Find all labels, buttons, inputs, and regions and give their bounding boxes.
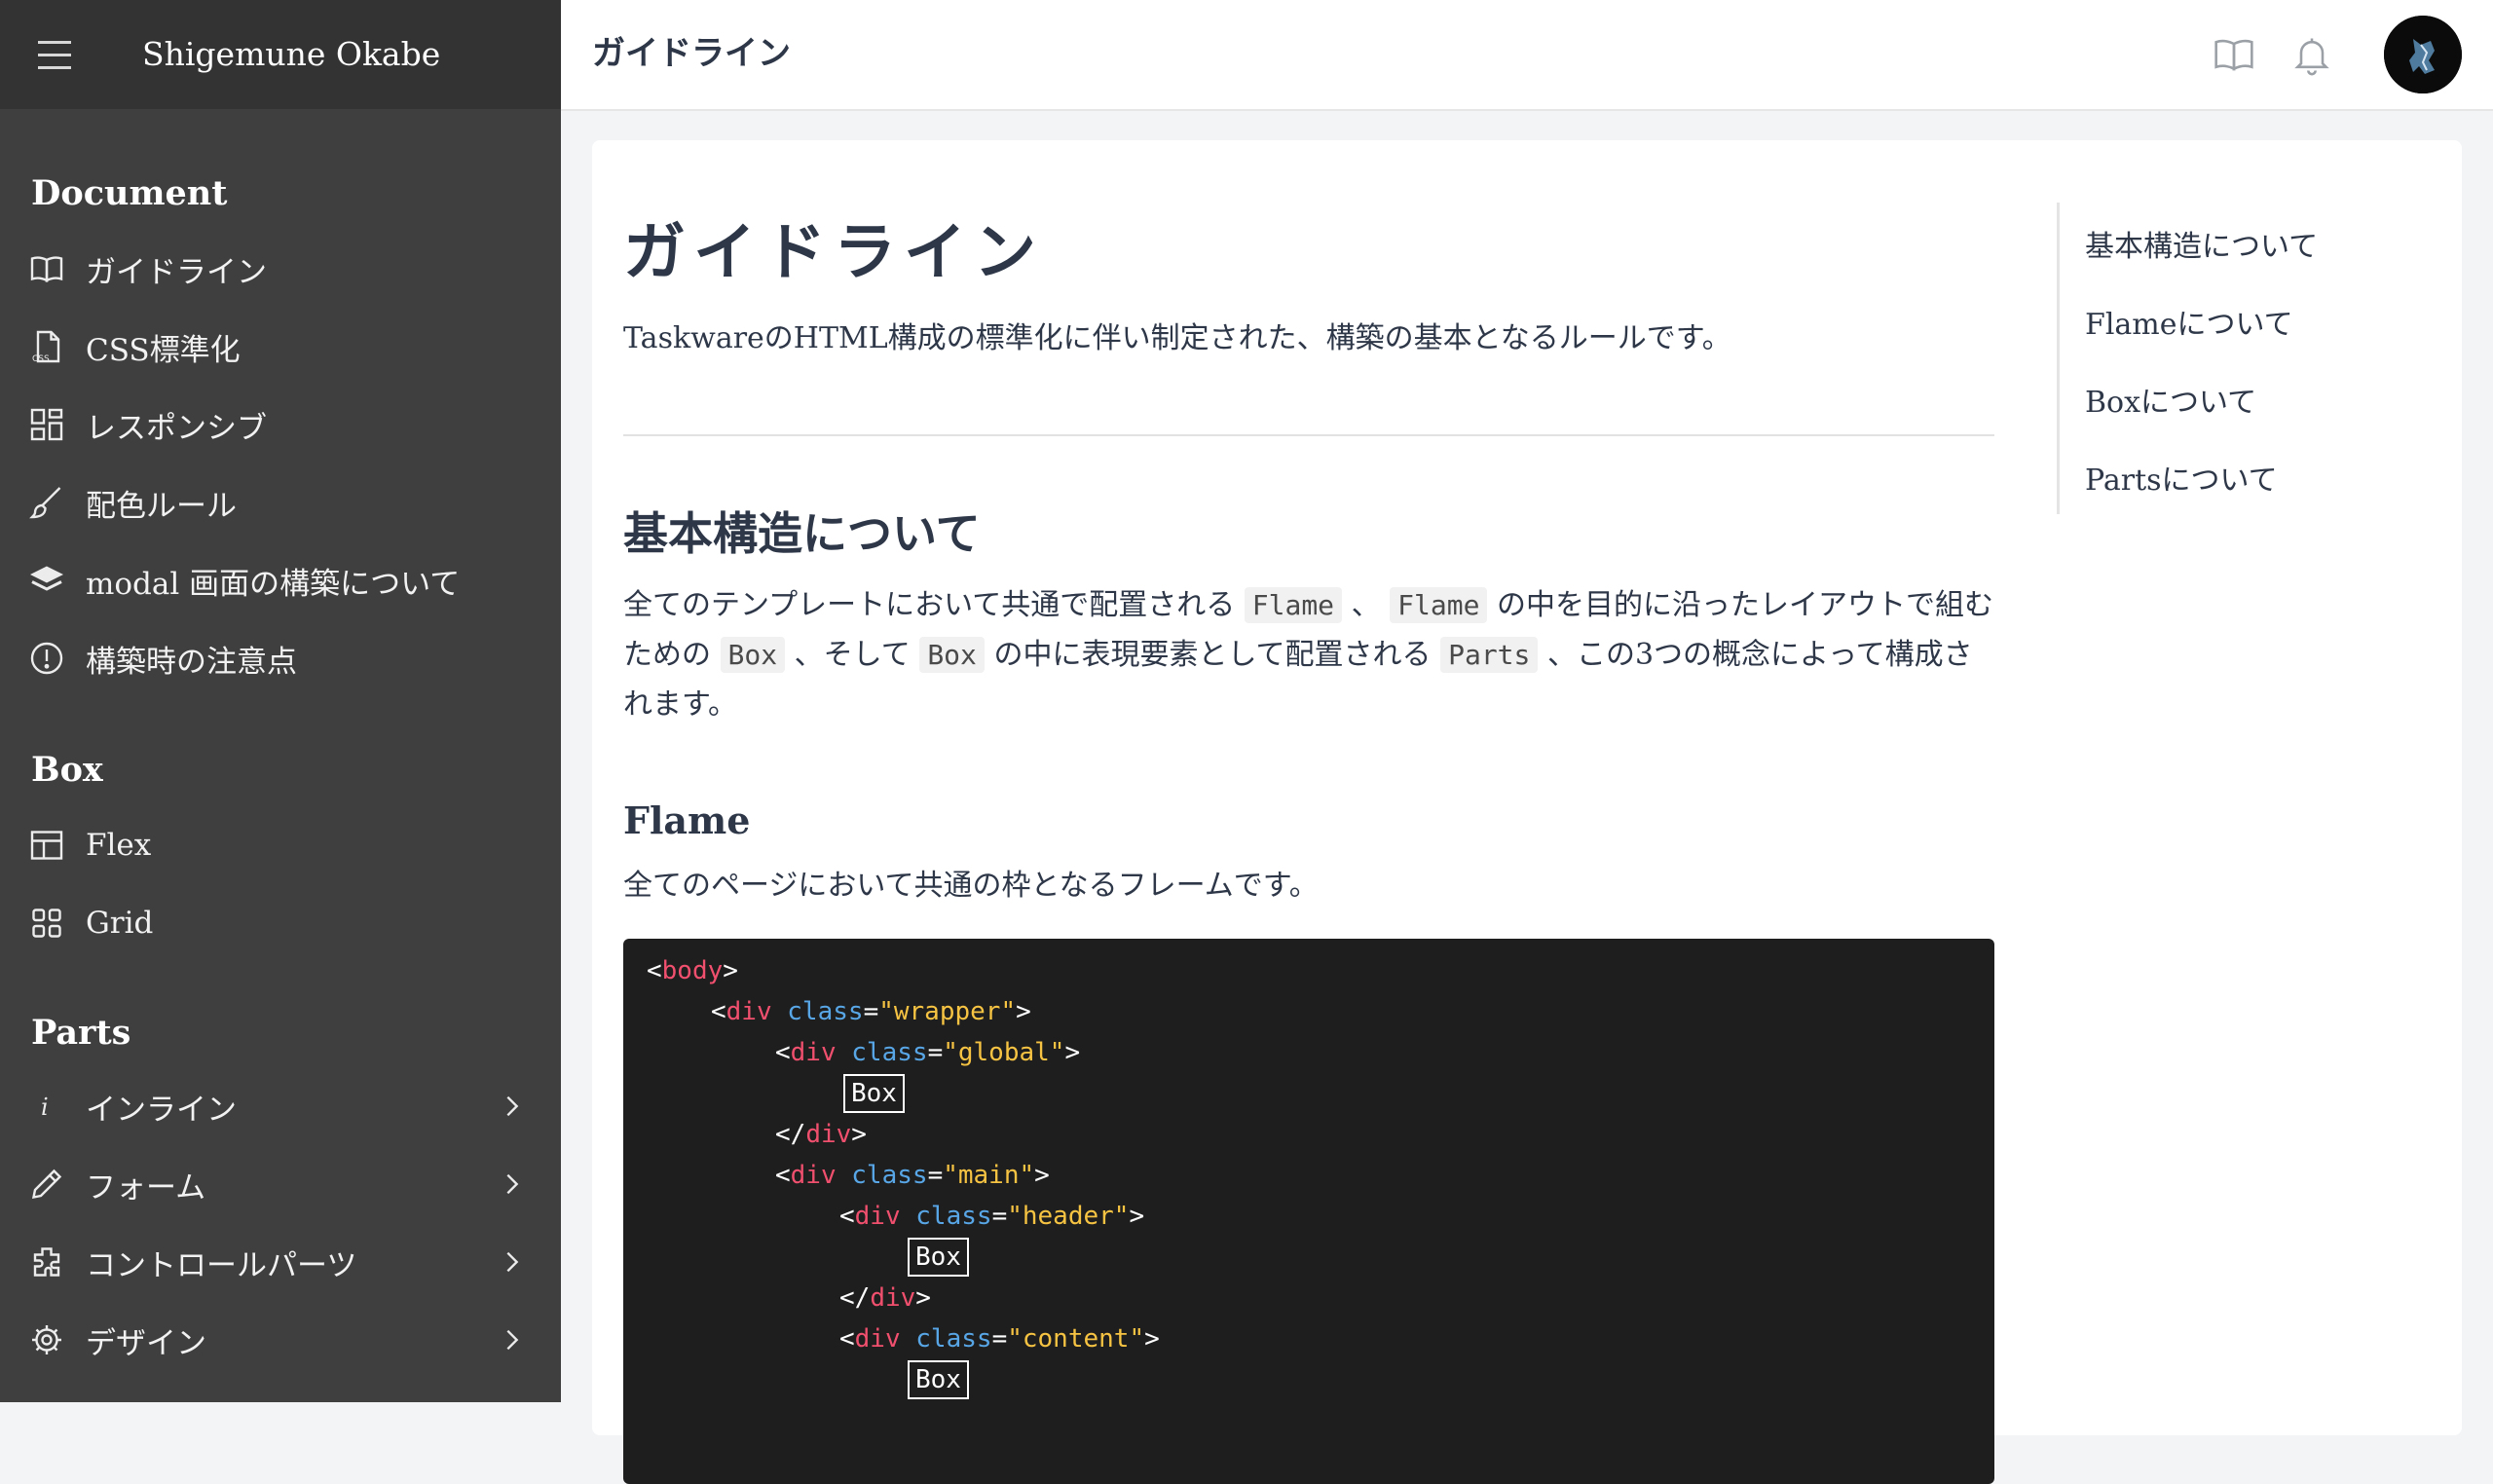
toc-item-flame[interactable]: Flameについて <box>2085 300 2293 343</box>
responsive-grid-icon <box>29 407 64 442</box>
sidebar-item-guideline[interactable]: ガイドライン <box>0 234 561 304</box>
top-header: ガイドライン <box>561 0 2493 111</box>
code-line: Box <box>908 1237 969 1278</box>
sidebar-item-control-parts[interactable]: コントロールパーツ <box>0 1227 561 1297</box>
sidebar-item-label: 配色ルール <box>86 488 237 524</box>
sidebar-item-form[interactable]: フォーム <box>0 1149 561 1219</box>
hamburger-icon <box>38 36 71 74</box>
code-line: <body> <box>647 956 738 985</box>
sidebar-item-label: コントロールパーツ <box>86 1247 357 1283</box>
sidebar-item-modal[interactable]: modal 画面の構築について <box>0 545 561 615</box>
sidebar-item-grid[interactable]: Grid <box>0 888 561 958</box>
sidebar-section-document: Document <box>31 173 228 213</box>
sidebar-item-label: デザイン <box>86 1325 206 1361</box>
inline-code-flame: Flame <box>1390 587 1488 623</box>
info-i-icon: i <box>29 1089 64 1124</box>
sidebar-section-parts: Parts <box>31 1013 131 1053</box>
pencil-icon <box>29 1167 64 1202</box>
settings-icon <box>29 1322 64 1357</box>
sidebar: Shigemune Okabe Document ガイドライン CSS CSS標… <box>0 0 561 1402</box>
inline-code-box: Box <box>919 637 985 673</box>
code-line: </div> <box>839 1283 931 1313</box>
puzzle-icon <box>29 1244 64 1280</box>
text-span: 全てのテンプレートにおいて共通で配置される <box>623 588 1236 622</box>
sidebar-item-design[interactable]: デザイン <box>0 1305 561 1375</box>
code-block: <body> <div class="wrapper"> <div class=… <box>623 939 1994 1484</box>
chevron-right-icon <box>499 1244 526 1280</box>
code-line: <div class="global"> <box>775 1038 1081 1067</box>
text-span: の中に表現要素として配置される <box>993 638 1432 672</box>
code-line: <div class="wrapper"> <box>711 997 1031 1026</box>
sidebar-item-label: modal 画面の構築について <box>86 566 461 602</box>
sidebar-item-label: Grid <box>86 906 154 941</box>
code-line: Box <box>908 1359 969 1400</box>
grid-icon <box>29 906 64 941</box>
code-line: <div class="header"> <box>839 1202 1145 1231</box>
user-name: Shigemune Okabe <box>142 35 441 73</box>
user-avatar[interactable] <box>2384 16 2462 93</box>
sidebar-item-label: レスポンシブ <box>86 410 267 446</box>
avatar-image-icon <box>2384 16 2462 93</box>
svg-text:i: i <box>41 1094 49 1121</box>
sidebar-item-label: ガイドライン <box>86 254 267 290</box>
content-card: ガイドライン TaskwareのHTML構成の標準化に伴い制定された、構築の基本… <box>592 140 2462 1484</box>
inline-code-parts: Parts <box>1440 637 1539 673</box>
header-title: ガイドライン <box>592 34 791 73</box>
sidebar-item-label: インライン <box>86 1092 237 1128</box>
sidebar-header: Shigemune Okabe <box>0 0 561 109</box>
sidebar-item-inline[interactable]: i インライン <box>0 1071 561 1141</box>
sidebar-item-label: 構築時の注意点 <box>86 644 297 680</box>
css-file-icon: CSS <box>29 329 64 364</box>
chevron-right-icon <box>499 1089 526 1124</box>
inline-code-box: Box <box>720 637 786 673</box>
box-placeholder: Box <box>908 1360 969 1399</box>
box-placeholder: Box <box>843 1074 905 1113</box>
table-of-contents: 基本構造について Flameについて Boxについて Partsについて <box>2057 203 2430 514</box>
svg-text:CSS: CSS <box>32 354 50 364</box>
sidebar-item-css-standard[interactable]: CSS CSS標準化 <box>0 312 561 382</box>
sidebar-section-box: Box <box>31 750 103 790</box>
chevron-right-icon <box>499 1322 526 1357</box>
divider <box>623 434 1994 436</box>
section-heading-basic-structure: 基本構造について <box>623 507 981 560</box>
box-placeholder: Box <box>908 1238 969 1277</box>
notification-bell-icon[interactable] <box>2290 33 2333 76</box>
sidebar-item-notes[interactable]: 構築時の注意点 <box>0 623 561 693</box>
code-line: </div> <box>775 1120 867 1149</box>
lead-paragraph: TaskwareのHTML構成の標準化に伴い制定された、構築の基本となるルールで… <box>623 321 1731 355</box>
sidebar-item-flex[interactable]: Flex <box>0 810 561 880</box>
sidebar-item-color-rules[interactable]: 配色ルール <box>0 467 561 538</box>
toc-item-box[interactable]: Boxについて <box>2085 378 2256 421</box>
layers-icon <box>29 563 64 598</box>
basic-structure-paragraph: 全てのテンプレートにおいて共通で配置される Flame 、 Flame の中を目… <box>623 580 1994 729</box>
menu-toggle-button[interactable] <box>0 0 109 109</box>
code-line: <div class="content"> <box>839 1324 1160 1354</box>
inline-code-flame: Flame <box>1244 587 1343 623</box>
text-span: 、 <box>1351 588 1381 622</box>
docs-book-icon[interactable] <box>2213 33 2255 76</box>
flame-description: 全てのページにおいて共通の枠となるフレームです。 <box>623 869 1319 903</box>
chevron-right-icon <box>499 1167 526 1202</box>
sidebar-item-label: Flex <box>86 828 152 863</box>
toc-item-basic-structure[interactable]: 基本構造について <box>2085 222 2318 265</box>
alert-circle-icon <box>29 641 64 676</box>
toc-item-parts[interactable]: Partsについて <box>2085 456 2278 499</box>
text-span: 、そして <box>794 638 911 672</box>
brush-icon <box>29 485 64 520</box>
section-heading-flame: Flame <box>623 798 751 842</box>
page-title: ガイドライン <box>623 216 1044 289</box>
sidebar-item-responsive[interactable]: レスポンシブ <box>0 390 561 460</box>
code-line: Box <box>843 1073 905 1114</box>
book-icon <box>29 251 64 286</box>
sidebar-item-label: フォーム <box>86 1169 206 1206</box>
flex-layout-icon <box>29 828 64 863</box>
code-line: <div class="main"> <box>775 1161 1050 1190</box>
sidebar-item-label: CSS標準化 <box>86 332 241 368</box>
